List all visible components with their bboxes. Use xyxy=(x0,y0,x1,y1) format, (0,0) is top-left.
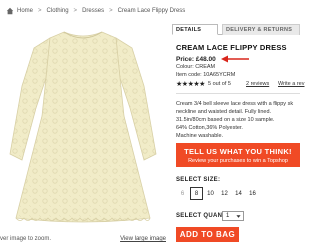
breadcrumb-home[interactable]: Home xyxy=(17,8,33,14)
arrow-left-icon xyxy=(221,55,249,63)
star-rating: ★★★★★ xyxy=(176,80,205,88)
size-option-12[interactable]: 12 xyxy=(218,187,231,200)
description-line: neckline and waisted detail. Fully lined… xyxy=(176,109,272,115)
rating-row: ★★★★★ 5 out of 5 2 reviews Write a rev xyxy=(176,80,305,89)
tab-details[interactable]: DETAILS xyxy=(172,24,218,35)
product-tabs: DETAILS DELIVERY & RETURNS xyxy=(172,24,300,35)
size-option-10[interactable]: 10 xyxy=(204,187,217,200)
home-icon[interactable] xyxy=(6,7,14,15)
product-description: Cream 3/4 bell sleeve lace dress with a … xyxy=(176,100,306,140)
size-option-6[interactable]: 6 xyxy=(176,187,189,200)
quantity-select[interactable]: 1 xyxy=(222,211,244,221)
promo-subtext: Review your purchases to win a Topshop xyxy=(188,158,288,164)
size-option-16[interactable]: 16 xyxy=(246,187,259,200)
promo-headline: TELL US WHAT YOU THINK! xyxy=(184,147,292,156)
quantity-value: 1 xyxy=(226,213,230,219)
star-icon: ★ xyxy=(199,81,205,88)
size-label: SELECT SIZE: xyxy=(176,177,221,183)
breadcrumb-dresses[interactable]: Dresses xyxy=(82,8,104,14)
description-line: 64% Cotton,36% Polyester. xyxy=(176,125,243,131)
product-colour: Colour: CREAM xyxy=(176,64,216,70)
description-line: Machine washable. xyxy=(176,133,224,139)
size-option-14[interactable]: 14 xyxy=(232,187,245,200)
image-footer: ver image to zoom. View large image xyxy=(0,236,166,248)
description-line: 31.5in/80cm based on a size 10 sample. xyxy=(176,117,275,123)
product-image[interactable] xyxy=(0,26,166,228)
breadcrumb-separator: > xyxy=(73,8,78,14)
zoom-hint: ver image to zoom. xyxy=(0,236,52,242)
divider xyxy=(176,93,300,94)
breadcrumb-clothing[interactable]: Clothing xyxy=(47,8,69,14)
size-option-8[interactable]: 8 xyxy=(190,187,203,200)
product-title: CREAM LACE FLIPPY DRESS xyxy=(176,43,287,52)
product-item-code: Item code: 10A65YCRM xyxy=(176,72,236,78)
chevron-down-icon xyxy=(236,215,241,218)
breadcrumb-separator: > xyxy=(109,8,113,14)
write-review-link[interactable]: Write a rev xyxy=(278,81,305,87)
size-selector: 6 8 10 12 14 16 xyxy=(176,187,260,200)
add-to-bag-button[interactable]: ADD TO BAG xyxy=(176,227,239,242)
tab-delivery-returns[interactable]: DELIVERY & RETURNS xyxy=(222,24,300,35)
dress-illustration xyxy=(9,31,157,223)
rating-text: 5 out of 5 xyxy=(208,81,231,87)
view-large-image-link[interactable]: View large image xyxy=(120,236,166,242)
breadcrumb: Home > Clothing > Dresses > Cream Lace F… xyxy=(0,0,300,22)
review-promo-banner[interactable]: TELL US WHAT YOU THINK! Review your purc… xyxy=(176,143,300,167)
reviews-link[interactable]: 2 reviews xyxy=(246,81,269,87)
product-price: Price: £48.00 xyxy=(176,56,216,63)
breadcrumb-current: Cream Lace Flippy Dress xyxy=(117,8,186,14)
description-line: Cream 3/4 bell sleeve lace dress with a … xyxy=(176,101,294,107)
breadcrumb-separator: > xyxy=(38,8,42,14)
